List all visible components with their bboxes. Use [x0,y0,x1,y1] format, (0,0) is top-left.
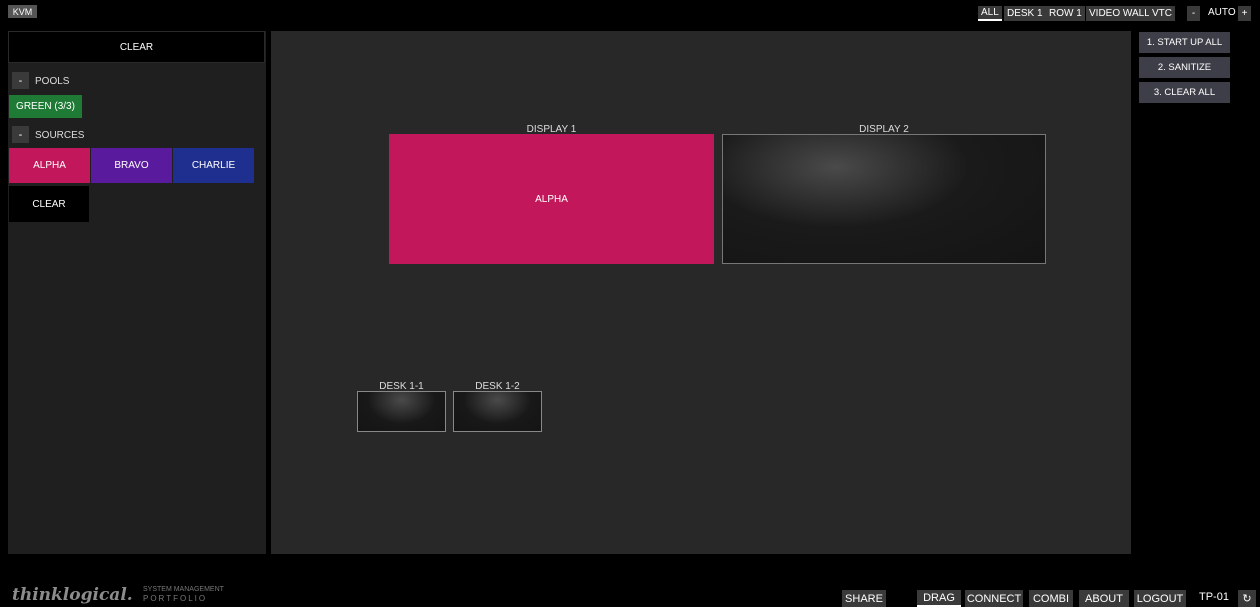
sources-collapse-button[interactable]: - [12,126,29,143]
display-1[interactable]: ALPHA [389,134,714,264]
desk-1-1[interactable] [357,391,446,432]
pools-label: POOLS [35,76,70,87]
tab-row-1[interactable]: ROW 1 [1046,6,1085,21]
nav-connect[interactable]: CONNECT [965,590,1023,607]
device-id: TP-01 [1199,591,1229,603]
nav-combi[interactable]: COMBI [1029,590,1073,607]
logo-subtitle-line-1: SYSTEM MANAGEMENT [143,586,224,593]
logo-subtitle: SYSTEM MANAGEMENT PORTFOLIO [143,585,224,603]
tab-all[interactable]: ALL [978,6,1002,21]
sanitize-button[interactable]: 2. SANITIZE [1139,57,1230,78]
zoom-in-button[interactable]: + [1238,6,1251,21]
nav-logout[interactable]: LOGOUT [1134,590,1186,607]
tab-vtc[interactable]: VTC [1149,6,1175,21]
thinklogical-logo: thinklogical. [12,585,133,605]
display-1-source: ALPHA [535,193,568,205]
clear-all-actions-button[interactable]: 3. CLEAR ALL [1139,82,1230,103]
zoom-level: AUTO [1208,7,1236,18]
desk-1-2[interactable] [453,391,542,432]
source-clear[interactable]: CLEAR [9,186,89,222]
tab-video-wall[interactable]: VIDEO WALL [1086,6,1153,21]
zoom-out-button[interactable]: - [1187,6,1200,21]
sources-label: SOURCES [35,130,85,141]
logo-subtitle-line-2: PORTFOLIO [143,594,208,603]
share-button[interactable]: SHARE [842,590,886,607]
nav-drag[interactable]: DRAG [917,590,961,607]
tab-desk-1[interactable]: DESK 1 [1004,6,1046,21]
start-up-all-button[interactable]: 1. START UP ALL [1139,32,1230,53]
kvm-button[interactable]: KVM [8,5,37,18]
layout-canvas [271,31,1131,554]
refresh-icon[interactable]: ↻ [1238,590,1256,607]
clear-all-button[interactable]: CLEAR [8,31,265,63]
source-bravo[interactable]: BRAVO [91,148,172,183]
pools-collapse-button[interactable]: - [12,72,29,89]
source-charlie[interactable]: CHARLIE [173,148,254,183]
nav-about[interactable]: ABOUT [1079,590,1129,607]
source-alpha[interactable]: ALPHA [9,148,90,183]
pool-green[interactable]: GREEN (3/3) [9,95,82,118]
display-2[interactable] [722,134,1046,264]
